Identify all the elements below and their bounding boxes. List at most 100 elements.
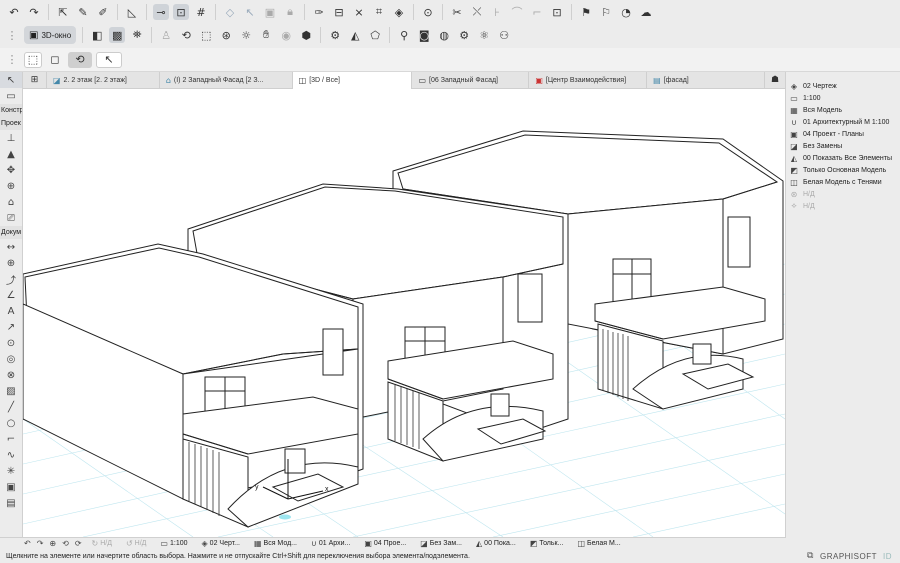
globe2-icon[interactable]: ⊗ bbox=[0, 367, 22, 383]
bb-structure[interactable]: ▦ Вся Мод... bbox=[254, 539, 307, 548]
bb-design-option[interactable]: ◩ Тольк... bbox=[530, 539, 574, 548]
cube-check-icon[interactable]: ⬢ bbox=[298, 27, 314, 43]
rp-layer-combo[interactable]: ◈ 02 Чертеж bbox=[786, 80, 900, 92]
arrow-tool-icon[interactable]: ↖ bbox=[0, 72, 22, 88]
trim-icon[interactable]: ⊟ bbox=[331, 4, 347, 20]
sun-icon[interactable]: ☼ bbox=[238, 27, 254, 43]
pointer-icon[interactable]: ↖ bbox=[96, 51, 122, 68]
rp-scale[interactable]: ▭ 1:100 bbox=[786, 92, 900, 104]
rp-design-option[interactable]: ◩ Только Основная Модель bbox=[786, 164, 900, 176]
rp-pen-set[interactable]: ∪ 01 Архитектурный М 1:100 bbox=[786, 116, 900, 128]
grid-snap-icon[interactable]: # bbox=[193, 4, 209, 20]
toolbox-label-document[interactable]: Докум bbox=[0, 226, 22, 239]
slab-icon[interactable]: ▲ bbox=[0, 146, 22, 162]
marquee-icon[interactable]: ◻ bbox=[46, 52, 64, 68]
stretch-icon[interactable]: ⊡ bbox=[549, 4, 565, 20]
fillet-icon[interactable]: ⊦ bbox=[489, 4, 505, 20]
spline-icon[interactable]: ∿ bbox=[0, 447, 22, 463]
toolbox-label-construct[interactable]: Констр bbox=[0, 104, 22, 117]
offset-icon[interactable]: ◈ bbox=[391, 4, 407, 20]
cube-filled-icon[interactable]: ▩ bbox=[109, 27, 126, 43]
level-dim-icon[interactable]: ⤴ bbox=[0, 271, 22, 287]
toolbox-label-project[interactable]: Проек bbox=[0, 117, 22, 130]
scissors-icon[interactable]: ✂ bbox=[449, 4, 465, 20]
bb-scale[interactable]: ▭ 1:100 bbox=[160, 539, 197, 548]
panel-toggle-icon[interactable]: ⧉ bbox=[807, 551, 814, 561]
angle-dim-icon[interactable]: ∠ bbox=[0, 287, 22, 303]
figure-icon[interactable]: ♙ bbox=[158, 27, 174, 43]
section-marker-icon[interactable]: ⊙ bbox=[0, 335, 22, 351]
orbit-button[interactable]: ⟲ bbox=[62, 539, 71, 548]
rotate-view-icon[interactable]: ⟲ bbox=[68, 51, 92, 68]
wall-icon[interactable]: ⊥ bbox=[0, 130, 22, 146]
lock-icon[interactable]: 🔒︎ bbox=[282, 4, 298, 20]
adjust-icon[interactable]: ⌗ bbox=[371, 4, 387, 20]
3d-window-button[interactable]: ▣ 3D-окно bbox=[24, 26, 77, 44]
column-icon[interactable]: ✥ bbox=[0, 162, 22, 178]
rotate-icon[interactable]: ⊙ bbox=[420, 4, 436, 20]
gear-cube-icon[interactable]: ⚙ bbox=[327, 27, 343, 43]
redo-icon[interactable]: ↷ bbox=[26, 4, 42, 20]
walk-button[interactable]: ⟳ bbox=[75, 539, 88, 548]
hand-icon[interactable]: ✋︎ bbox=[258, 27, 274, 43]
polyline-icon[interactable]: ⌐ bbox=[0, 431, 22, 447]
eraser-icon[interactable]: ◇ bbox=[222, 4, 238, 20]
group-icon[interactable]: ▣ bbox=[262, 4, 278, 20]
flag-icon[interactable]: ⚑ bbox=[578, 4, 594, 20]
cube-icon[interactable]: ◧ bbox=[89, 27, 105, 43]
pick-icon[interactable]: ⇱ bbox=[55, 4, 71, 20]
lamp-icon[interactable]: ⚲ bbox=[396, 27, 412, 43]
intersect-icon[interactable]: ⨯ bbox=[351, 4, 367, 20]
photo-camera-icon[interactable]: ◙ bbox=[416, 27, 432, 43]
snap-guide-icon[interactable]: ⊡ bbox=[173, 4, 189, 20]
select-icon[interactable]: ↖ bbox=[242, 4, 258, 20]
resize-icon[interactable]: ⌐ bbox=[529, 4, 545, 20]
guide-line-icon[interactable]: ⊸ bbox=[153, 4, 169, 20]
line-icon[interactable]: ╱ bbox=[0, 399, 22, 415]
tab-overview-icon[interactable]: ⊞ bbox=[23, 71, 47, 89]
fill-icon[interactable]: ▨ bbox=[0, 383, 22, 399]
inject-icon[interactable]: ✎ bbox=[75, 4, 91, 20]
hotspot-icon[interactable]: ✳ bbox=[0, 463, 22, 479]
orbit-icon[interactable]: ⟲ bbox=[178, 27, 194, 43]
bb-3d-style[interactable]: ◫ Белая М... bbox=[577, 539, 630, 548]
tab-3d[interactable]: ◫ [3D / Все] bbox=[292, 71, 413, 89]
cloud-icon[interactable]: ☁ bbox=[638, 4, 654, 20]
explore-icon[interactable]: ⊛ bbox=[218, 27, 234, 43]
tab-layout[interactable]: ▭ [06 Западный Фасад] bbox=[412, 71, 530, 89]
edit-icon[interactable]: ✑ bbox=[311, 4, 327, 20]
cube-arrow-icon[interactable]: ⬠ bbox=[367, 27, 383, 43]
redo-view-button[interactable]: ↷ bbox=[37, 539, 46, 548]
rp-structure-display[interactable]: ▦ Вся Модель bbox=[786, 104, 900, 116]
settings-cube-icon[interactable]: ⚙ bbox=[456, 27, 472, 43]
circle-icon[interactable]: ○ bbox=[0, 415, 22, 431]
3d-viewport[interactable]: y x bbox=[23, 89, 785, 537]
measure-icon[interactable]: ◺ bbox=[124, 4, 140, 20]
dimension-icon[interactable]: ↔ bbox=[0, 239, 22, 255]
bb-pen-set[interactable]: ∪ 01 Архи... bbox=[311, 539, 360, 548]
drawing-icon[interactable]: ▤ bbox=[0, 495, 22, 511]
camera-icon[interactable]: ⎚ bbox=[0, 210, 22, 226]
walk-icon[interactable]: ⛯ bbox=[129, 27, 145, 43]
curve-icon[interactable]: ⌒ bbox=[509, 4, 525, 20]
markup-icon[interactable]: ◔ bbox=[618, 4, 634, 20]
camera-rig-icon[interactable]: ⬚ bbox=[198, 27, 214, 43]
figure-tool-icon[interactable]: ▣ bbox=[0, 479, 22, 495]
render-icon[interactable]: ◍ bbox=[436, 27, 452, 43]
eye-icon[interactable]: ◉ bbox=[278, 27, 294, 43]
people-icon[interactable]: ⚇ bbox=[496, 27, 512, 43]
marquee-plus-icon[interactable]: ⬚ bbox=[24, 51, 42, 68]
eyedropper-icon[interactable]: ✐ bbox=[95, 4, 111, 20]
rp-model-view[interactable]: ▣ 04 Проект - Планы bbox=[786, 128, 900, 140]
render-settings-icon[interactable]: ⚛ bbox=[476, 27, 492, 43]
radial-dim-icon[interactable]: ⊕ bbox=[0, 255, 22, 271]
tab-sheet[interactable]: ▤ [фасад] bbox=[647, 71, 766, 89]
layout-toggle-icon[interactable]: ⋮ bbox=[4, 27, 20, 43]
tab-collaboration[interactable]: ▣ [Центр Взаимодействия] bbox=[529, 71, 648, 89]
tab-floor-plan[interactable]: ◪ 2. 2 этаж [2. 2 этаж] bbox=[47, 71, 160, 89]
split-icon[interactable]: ⤬ bbox=[469, 4, 485, 20]
bb-model-view[interactable]: ▣ 04 Прое... bbox=[364, 539, 416, 548]
undo-icon[interactable]: ↶ bbox=[6, 4, 22, 20]
undo-view-button[interactable]: ↶ bbox=[24, 539, 33, 548]
flag-check-icon[interactable]: ⚐ bbox=[598, 4, 614, 20]
